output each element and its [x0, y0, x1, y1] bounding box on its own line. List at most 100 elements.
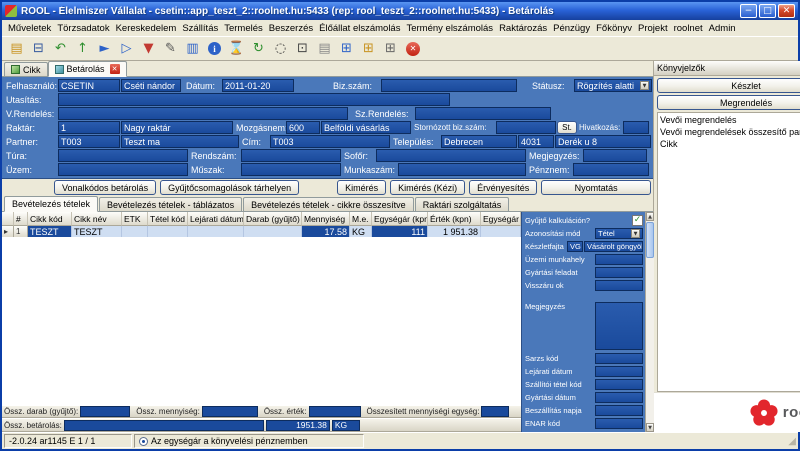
gyartasi-datum-field[interactable] — [595, 392, 643, 403]
ervenyesites-button[interactable]: Érvényesítés — [469, 180, 537, 195]
keszletfajta-code-field[interactable]: VG — [567, 241, 583, 252]
tab-raktari-szolgaltatas[interactable]: Raktári szolgáltatás — [415, 197, 510, 211]
menu-admin[interactable]: Admin — [706, 22, 739, 35]
vonalkodos-betarolas-button[interactable]: Vonalkódos betárolás — [54, 180, 156, 195]
nyomtatas-button[interactable]: Nyomtatás — [541, 180, 651, 195]
menu-fokonyv[interactable]: Főkönyv — [593, 22, 635, 35]
tab-bevetelezes-tetelek[interactable]: Bevételezés tételek — [4, 196, 98, 212]
save-icon[interactable]: ⊟ — [28, 39, 49, 59]
cell-darab[interactable] — [244, 226, 302, 237]
panel-megjegyzes-field[interactable] — [595, 302, 643, 350]
undo-icon[interactable]: ↶ — [50, 39, 71, 59]
visszaru-ok-field[interactable] — [595, 280, 643, 291]
info-icon[interactable]: i — [208, 42, 221, 55]
enar-kod-field[interactable] — [595, 418, 643, 429]
scroll-down-icon[interactable]: ▼ — [646, 423, 654, 432]
sofor-field[interactable] — [376, 149, 526, 162]
kimeres-kezi-button[interactable]: Kimérés (Kézi) — [390, 180, 465, 195]
mozgasnem-code-field[interactable]: 600 — [286, 121, 320, 134]
cim-field[interactable]: T003 — [270, 135, 390, 148]
bookmark-item-vevoi-osszesito[interactable]: Vevői megrendelések összesítő paramétere — [660, 126, 800, 138]
filter-icon[interactable]: ▼ — [138, 39, 159, 59]
cell-egysegar[interactable] — [481, 226, 521, 237]
print-preview-icon[interactable]: ▤ — [314, 39, 335, 59]
bizszam-field[interactable] — [381, 79, 517, 92]
telepules-street-field[interactable]: Derék u 8 — [555, 135, 651, 148]
menu-penzugy[interactable]: Pénzügy — [550, 22, 593, 35]
upload-icon[interactable]: ↑ — [72, 39, 93, 59]
cell-cikk-kod[interactable]: TESZT — [28, 226, 72, 237]
scroll-thumb[interactable] — [646, 222, 654, 258]
bookmark-item-vevoi-megrendeles[interactable]: Vevői megrendelés — [660, 114, 800, 126]
menu-eloallat-elszamolas[interactable]: Élőállat elszámolás — [316, 22, 403, 35]
report-icon[interactable]: ▥ — [182, 39, 203, 59]
gyujtocsomagolasok-button[interactable]: Gyűjtőcsomagolások tárhelyen — [160, 180, 299, 195]
gyartasi-feladat-field[interactable] — [595, 267, 643, 278]
run-icon[interactable]: ► — [94, 39, 115, 59]
menu-termeny-elszamolas[interactable]: Termény elszámolás — [403, 22, 496, 35]
menu-roolnet[interactable]: roolnet — [671, 22, 706, 35]
history-icon[interactable]: ⌛ — [226, 39, 247, 59]
cell-me[interactable]: KG — [350, 226, 372, 237]
telepules-city-field[interactable]: Debrecen — [441, 135, 517, 148]
tab-close-icon[interactable]: ✕ — [110, 64, 120, 74]
panel-lejarati-field[interactable] — [595, 366, 643, 377]
rendszam-field[interactable] — [241, 149, 341, 162]
utasitas-field[interactable] — [58, 93, 450, 106]
stop-icon[interactable]: ✕ — [406, 42, 420, 56]
raktar-code-field[interactable]: 1 — [58, 121, 120, 134]
hivatkozas-field[interactable] — [623, 121, 649, 134]
munkaszam-field[interactable] — [398, 163, 526, 176]
title-bar[interactable]: ROOL - Élelmiszer Vállalat - csetin::app… — [2, 2, 798, 20]
menu-torzsadatok[interactable]: Törzsadatok — [54, 22, 112, 35]
telepules-zip-field[interactable]: 4031 — [518, 135, 554, 148]
datum-field[interactable]: 2011-01-20 — [222, 79, 294, 92]
cell-tetel-kod[interactable] — [148, 226, 188, 237]
resize-grip[interactable]: ◢ — [788, 436, 796, 447]
azonositas-select[interactable]: Tétel ▼ — [595, 228, 643, 239]
megrendeles-button[interactable]: Megrendelés — [657, 95, 800, 110]
menu-raktarozas[interactable]: Raktározás — [496, 22, 550, 35]
menu-projekt[interactable]: Projekt — [635, 22, 671, 35]
chevron-down-icon[interactable]: ▼ — [640, 81, 649, 90]
st-button[interactable]: St. — [557, 121, 577, 134]
uzemi-munkahely-field[interactable] — [595, 254, 643, 265]
felhasznalo-name-field[interactable]: Cséti nándor — [121, 79, 181, 92]
kimeres-button[interactable]: Kimérés — [337, 180, 386, 195]
chevron-down-icon[interactable]: ▼ — [631, 229, 640, 238]
grid-edit-icon[interactable]: ⊞ — [358, 39, 379, 59]
tab-bevetelezes-tablazatos[interactable]: Bevételezés tételek - táblázatos — [99, 197, 242, 211]
cell-ertek-k2n[interactable]: 1 951.38 — [428, 226, 481, 237]
bookmark-item-cikk[interactable]: Cikk — [660, 138, 800, 150]
grid-view-icon[interactable]: ⊞ — [336, 39, 357, 59]
gyujto-checkbox[interactable]: ✓ — [632, 215, 643, 226]
szallitoi-tetel-field[interactable] — [595, 379, 643, 390]
menu-kereskedelem[interactable]: Kereskedelem — [113, 22, 180, 35]
cell-egysegar-kpn[interactable]: 111 — [372, 226, 428, 237]
penznem-field[interactable] — [573, 163, 649, 176]
menu-termeles[interactable]: Termelés — [221, 22, 266, 35]
table-empty-area[interactable] — [2, 237, 521, 405]
scroll-up-icon[interactable]: ▲ — [646, 212, 654, 221]
cell-mennyiseg[interactable]: 17.58 — [302, 226, 350, 237]
minimize-button[interactable]: − — [740, 4, 757, 18]
sarzs-kod-field[interactable] — [595, 353, 643, 364]
uzem-field[interactable] — [58, 163, 188, 176]
statusz-select[interactable]: Rögzítés alatti ▼ — [574, 79, 652, 92]
vrendeles-field[interactable] — [58, 107, 348, 120]
print-icon[interactable]: ⊡ — [292, 39, 313, 59]
content-scrollbar[interactable]: ▲ ▼ — [645, 212, 654, 432]
cell-lejarati[interactable] — [188, 226, 244, 237]
szrendeles-field[interactable] — [415, 107, 551, 120]
grid-sum-icon[interactable]: ⊞ — [380, 39, 401, 59]
muszak-field[interactable] — [241, 163, 341, 176]
open-folder-icon[interactable]: ▤ — [6, 39, 27, 59]
stornozott-field[interactable] — [496, 121, 556, 134]
refresh-icon[interactable]: ↻ — [248, 39, 269, 59]
menu-beszerzes[interactable]: Beszerzés — [266, 22, 316, 35]
raktar-name-field[interactable]: Nagy raktár — [121, 121, 233, 134]
close-button[interactable]: ✕ — [778, 4, 795, 18]
cell-cikk-nev[interactable]: TESZT — [72, 226, 122, 237]
keszlet-button[interactable]: Készlet — [657, 78, 800, 93]
partner-name-field[interactable]: Teszt ma — [121, 135, 239, 148]
